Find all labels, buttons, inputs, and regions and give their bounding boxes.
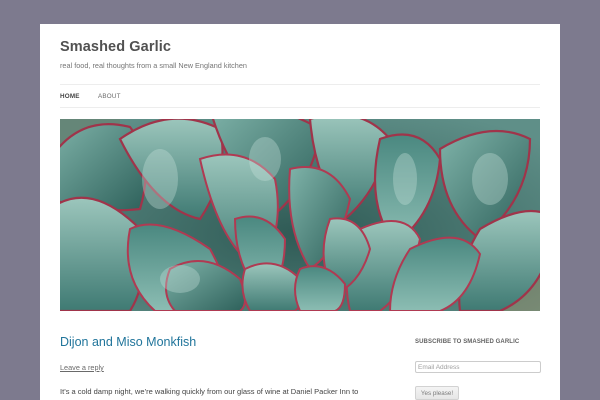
nav-item-home[interactable]: HOME — [60, 93, 80, 100]
site-tagline: real food, real thoughts from a small Ne… — [60, 61, 247, 70]
subscribe-widget-title: SUBSCRIBE TO SMASHED GARLIC — [415, 339, 520, 345]
site-title[interactable]: Smashed Garlic — [60, 39, 171, 55]
post-excerpt: It’s a cold damp night, we’re walking qu… — [60, 387, 359, 396]
post-title[interactable]: Dijon and Miso Monkfish — [60, 335, 196, 349]
succulent-photo — [60, 119, 540, 311]
subscribe-button[interactable]: Yes please! — [415, 386, 459, 400]
leave-reply-link[interactable]: Leave a reply — [60, 363, 104, 372]
header-image — [60, 119, 540, 311]
email-field[interactable] — [415, 361, 541, 373]
main-nav: HOME ABOUT — [60, 84, 540, 108]
nav-item-about[interactable]: ABOUT — [98, 93, 121, 100]
page-container: Smashed Garlic real food, real thoughts … — [40, 24, 560, 400]
